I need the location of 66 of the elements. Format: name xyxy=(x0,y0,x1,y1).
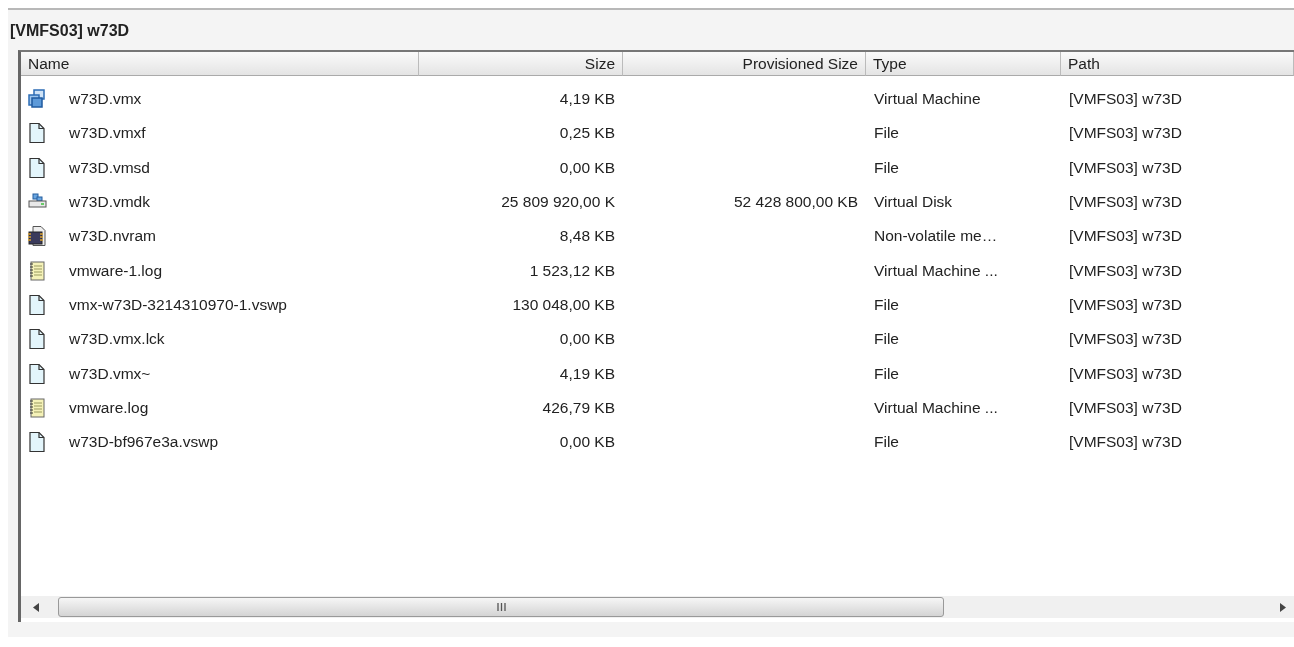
overlapping-windows-icon xyxy=(27,88,47,111)
document-icon xyxy=(27,293,47,316)
table-cell-text: 130 048,00 KB xyxy=(511,295,616,314)
table-cell-text: 426,79 KB xyxy=(541,398,616,417)
column-header[interactable]: Path xyxy=(1061,52,1294,76)
table-cell: w73D.vmxf xyxy=(69,124,146,143)
table-cell-text: [VMFS03] w73D xyxy=(1068,295,1183,314)
document-icon xyxy=(27,362,47,385)
table-cell-text: 8,48 KB xyxy=(558,227,616,246)
table-cell-text: 4,19 KB xyxy=(558,364,616,383)
table-cell-text: 25 809 920,00 K xyxy=(500,193,616,212)
document-icon xyxy=(27,431,47,454)
table-cell-text: [VMFS03] w73D xyxy=(1068,433,1183,452)
table-cell: w73D.vmdk xyxy=(69,193,150,212)
document-icon xyxy=(27,122,47,145)
table-cell-text: Non-volatile me… xyxy=(873,227,999,246)
table-cell-text: [VMFS03] w73D xyxy=(1068,124,1183,143)
table-cell-text: Virtual Machine ... xyxy=(873,261,999,280)
scroll-right-icon[interactable] xyxy=(1280,602,1286,612)
table-cell-text: [VMFS03] w73D xyxy=(1068,227,1183,246)
table-cell-text: File xyxy=(873,124,900,143)
horizontal-scrollbar[interactable] xyxy=(21,596,1294,618)
table-cell-text: File xyxy=(873,433,900,452)
table-cell-text: [VMFS03] w73D xyxy=(1068,193,1183,212)
table-cell: vmware.log xyxy=(69,398,149,417)
table-cell-text: [VMFS03] w73D xyxy=(1068,364,1183,383)
column-header[interactable]: Provisioned Size xyxy=(623,52,866,76)
grip-icon xyxy=(496,603,506,611)
table-cell: w73D-bf967e3a.vswp xyxy=(69,433,219,452)
table-cell: vmx-w73D-3214310970-1.vswp xyxy=(69,295,287,314)
scroll-left-icon[interactable] xyxy=(33,602,39,612)
table-cell-text: [VMFS03] w73D xyxy=(1068,158,1183,177)
table-cell-text: 52 428 800,00 KB xyxy=(732,193,859,212)
chip-icon xyxy=(27,225,47,248)
table-cell-text: Virtual Disk xyxy=(873,193,954,212)
notepad-icon xyxy=(27,396,47,419)
table-cell-text: [VMFS03] w73D xyxy=(1068,398,1183,417)
table-cell-text: 0,00 KB xyxy=(558,158,616,177)
table-cell-text: 4,19 KB xyxy=(558,90,616,109)
scroll-thumb[interactable] xyxy=(58,597,944,617)
table-cell: w73D.nvram xyxy=(69,227,156,246)
table-cell: vmware-1.log xyxy=(69,261,163,280)
table-cell-text: Virtual Machine xyxy=(873,90,982,109)
table-cell-text: [VMFS03] w73D xyxy=(1068,90,1183,109)
document-icon xyxy=(27,328,47,351)
table-cell-text: File xyxy=(873,295,900,314)
table-cell-text: File xyxy=(873,364,900,383)
table-cell-text: 1 523,12 KB xyxy=(528,261,616,280)
table-cell-text: File xyxy=(873,158,900,177)
table-cell-text: [VMFS03] w73D xyxy=(1068,261,1183,280)
column-header[interactable]: Name xyxy=(21,52,419,76)
table-cell-text: 0,00 KB xyxy=(558,433,616,452)
notepad-icon xyxy=(27,259,47,282)
document-icon xyxy=(27,156,47,179)
column-header[interactable]: Type xyxy=(866,52,1061,76)
table-cell-text: Virtual Machine ... xyxy=(873,398,999,417)
table-cell-text: 0,25 KB xyxy=(558,124,616,143)
table-cell: w73D.vmx~ xyxy=(69,364,151,383)
column-header[interactable]: Size xyxy=(419,52,623,76)
panel-title: [VMFS03] w73D xyxy=(10,21,130,41)
table-cell: w73D.vmx xyxy=(69,90,142,109)
table-cell: w73D.vmx.lck xyxy=(69,330,165,349)
table-cell: w73D.vmsd xyxy=(69,158,150,177)
table-cell-text: 0,00 KB xyxy=(558,330,616,349)
table-cell-text: File xyxy=(873,330,900,349)
table-cell-text: [VMFS03] w73D xyxy=(1068,330,1183,349)
